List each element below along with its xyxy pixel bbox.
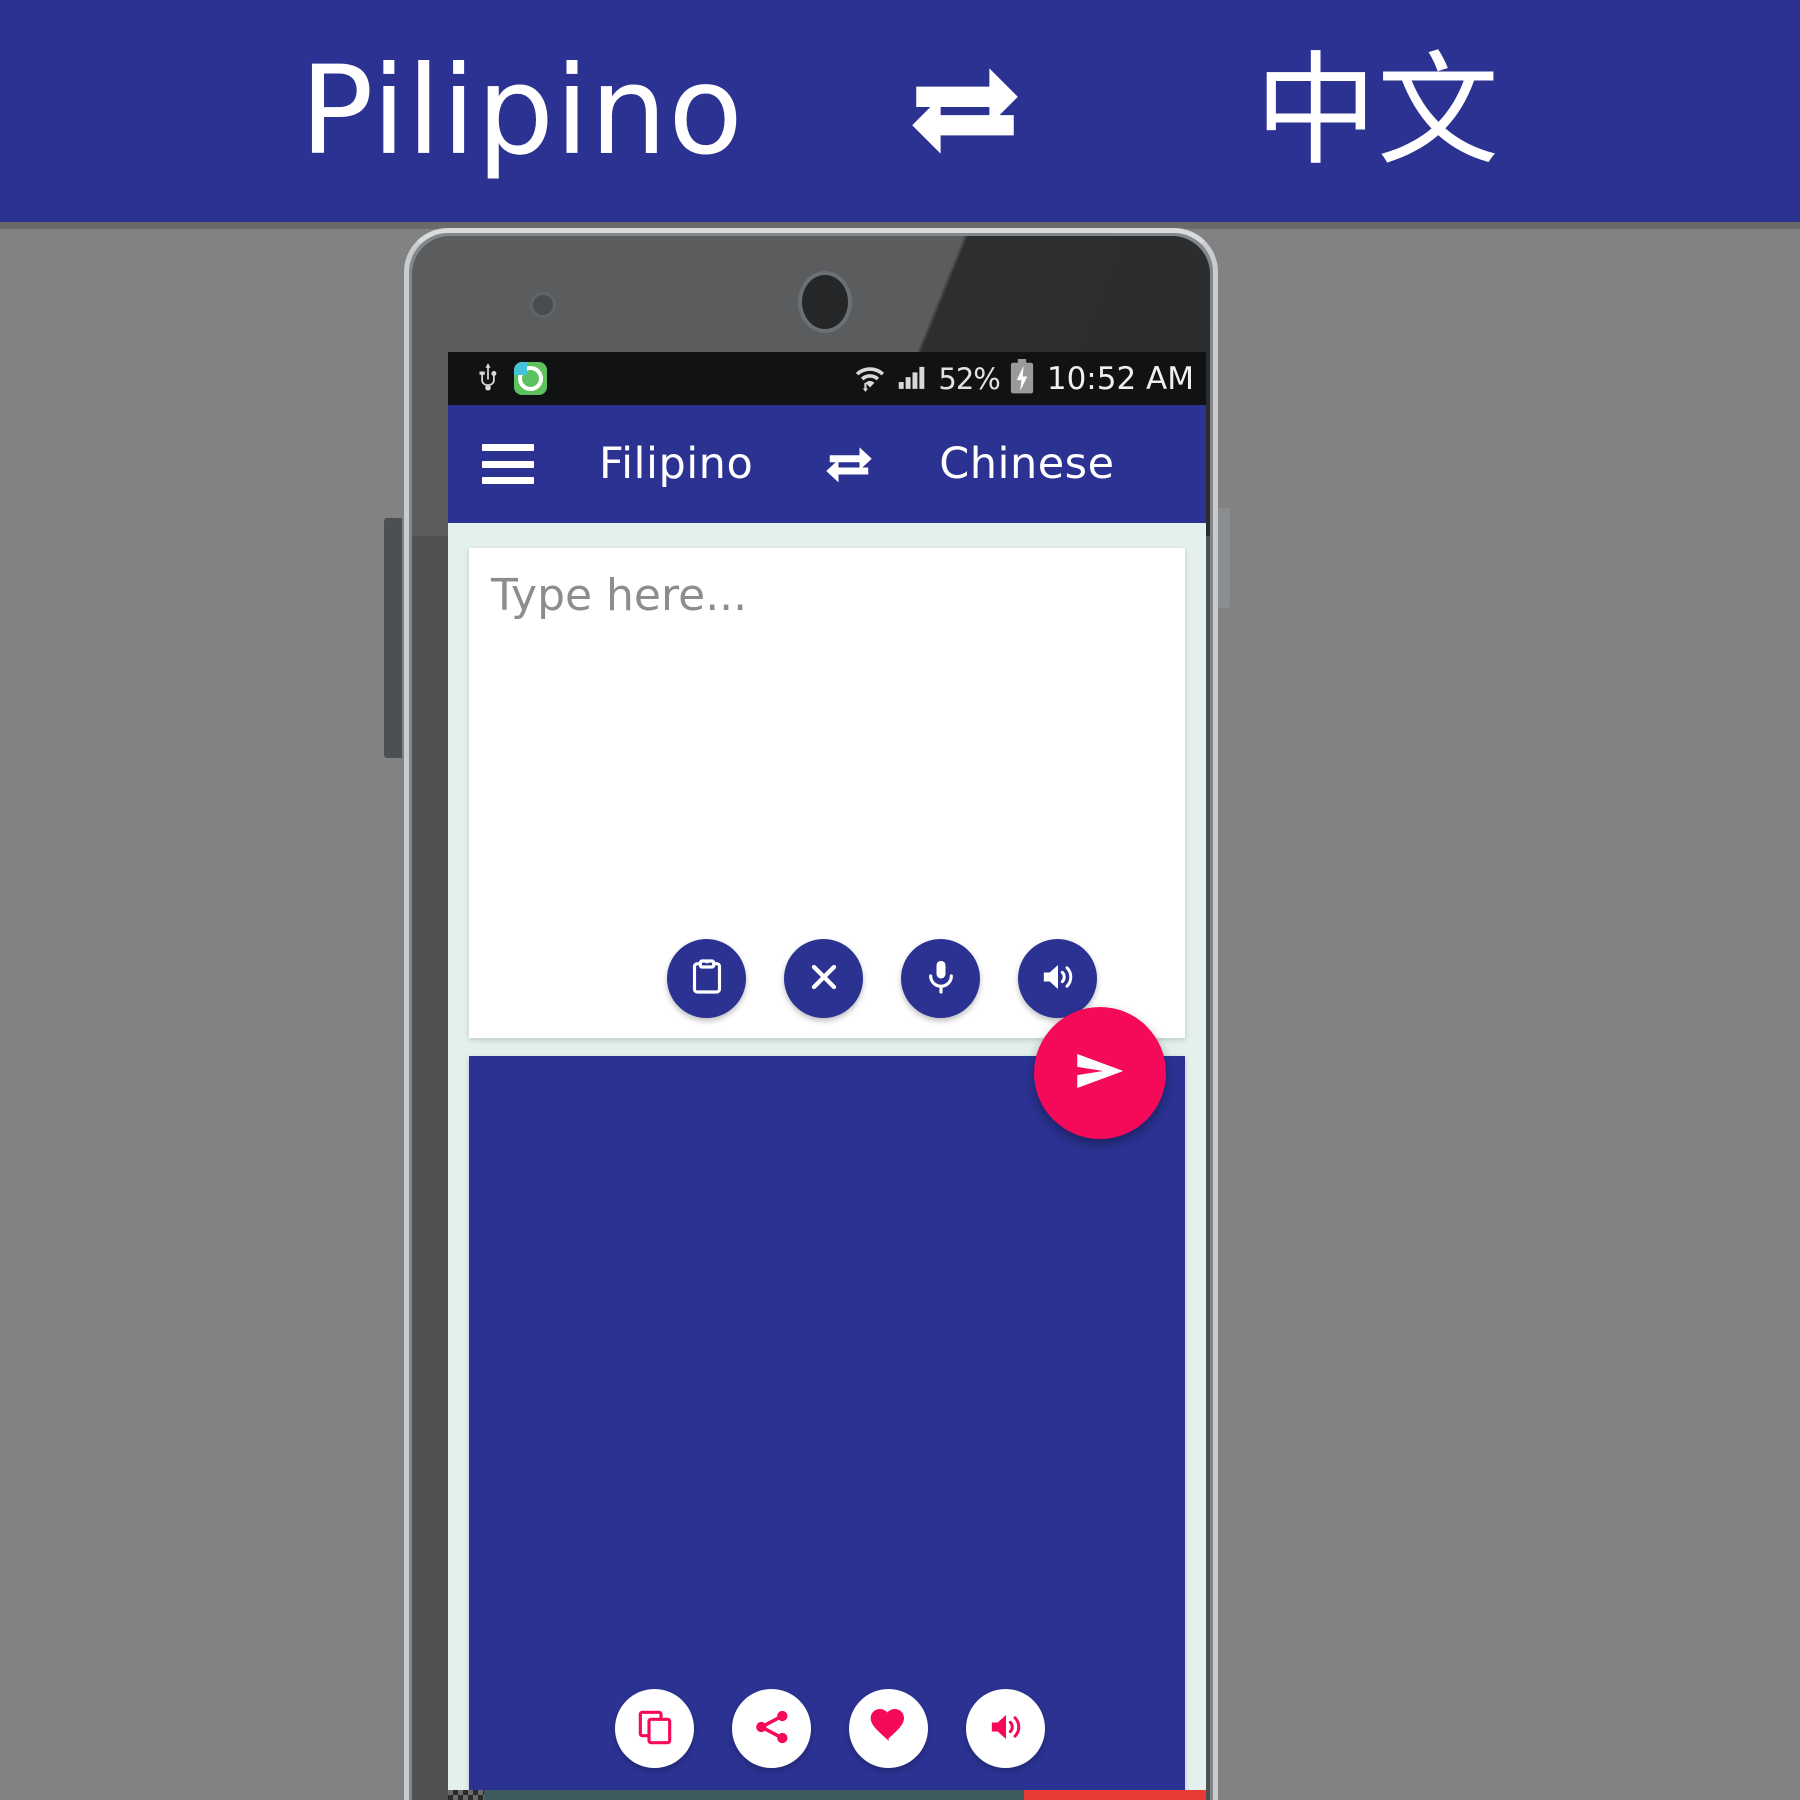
heart-icon [869,1707,909,1751]
status-bar: 52% 10:52 AM [448,352,1206,405]
promo-target-language: 中文 [1255,40,1499,182]
cellular-signal-icon [896,360,929,397]
battery-charging-icon [1009,358,1035,399]
paste-button[interactable] [667,939,746,1018]
status-bar-clock: 10:52 AM [1046,360,1194,397]
status-bar-left [473,362,547,396]
close-x-icon [804,957,844,1001]
copy-icon [635,1707,675,1751]
speaker-icon [986,1707,1026,1751]
proximity-sensor-icon [530,292,556,318]
share-icon [752,1707,792,1751]
phone-bezel: 52% 10:52 AM Filipino Chinese Type here.… [412,236,1210,1800]
battery-percent-label: 52% [938,361,1000,396]
bottom-ad-strip[interactable] [448,1790,1206,1800]
status-bar-right: 52% 10:52 AM [853,358,1194,399]
toolbar-source-language[interactable]: Filipino [599,439,753,489]
favorite-button[interactable] [849,1689,928,1768]
share-button[interactable] [732,1689,811,1768]
hamburger-menu-icon[interactable] [482,444,534,484]
swap-arrows-icon[interactable] [821,436,877,492]
voice-input-button[interactable] [901,939,980,1018]
clipboard-icon [687,957,727,1001]
phone-mockup: 52% 10:52 AM Filipino Chinese Type here.… [384,228,1230,1800]
microphone-icon [921,957,961,1001]
front-camera-icon [798,271,852,333]
clear-button[interactable] [784,939,863,1018]
app-toolbar: Filipino Chinese [448,405,1206,523]
toolbar-target-language[interactable]: Chinese [939,439,1114,489]
usb-icon [473,362,503,396]
input-card: Type here... [469,548,1185,1038]
input-action-row [469,939,1185,1018]
speak-result-button[interactable] [966,1689,1045,1768]
send-icon [1069,1040,1131,1106]
output-action-row [469,1689,1185,1768]
source-text-input[interactable]: Type here... [491,570,747,621]
send-translate-button[interactable] [1034,1007,1166,1139]
copy-button[interactable] [615,1689,694,1768]
promo-banner: Pilipino 中文 [0,0,1800,222]
phone-screen: 52% 10:52 AM Filipino Chinese Type here.… [448,352,1206,1800]
power-button[interactable] [1214,508,1230,608]
output-card [469,1056,1185,1796]
volume-button[interactable] [384,518,402,758]
ad-checker-pattern [448,1790,484,1800]
notification-app-icon [514,362,547,395]
wifi-data-transfer-icon [853,360,887,398]
swap-arrows-icon [900,46,1030,176]
speaker-icon [1038,957,1078,1001]
promo-source-language: Pilipino [300,40,744,182]
speak-source-button[interactable] [1018,939,1097,1018]
ad-accent-block [1024,1790,1206,1800]
